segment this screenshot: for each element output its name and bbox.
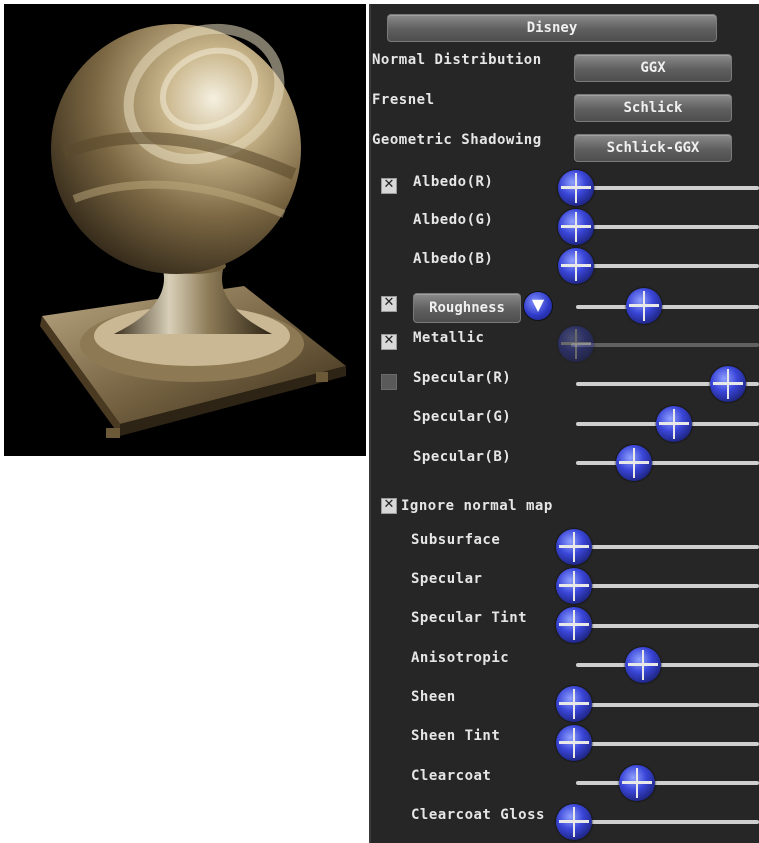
roughness-checkbox[interactable]: ✕ bbox=[381, 295, 397, 312]
albedo-b-slider-track[interactable] bbox=[571, 264, 759, 268]
fresnel-label: Fresnel bbox=[372, 92, 435, 108]
subsurface-label: Subsurface bbox=[411, 532, 501, 548]
roughness-map-button[interactable]: Roughness bbox=[413, 293, 521, 323]
specular-label: Specular bbox=[411, 571, 483, 587]
sheen-slider-track[interactable] bbox=[571, 703, 759, 707]
albedo-r-slider-track[interactable] bbox=[571, 186, 759, 190]
specular-tint-label: Specular Tint bbox=[411, 610, 528, 626]
geometric-shadowing-label: Geometric Shadowing bbox=[372, 132, 542, 148]
specular-r-slider-knob[interactable] bbox=[710, 366, 746, 402]
sheen-tint-slider-knob[interactable] bbox=[556, 725, 592, 761]
roughness-dropdown-button[interactable]: ▼ bbox=[523, 291, 553, 321]
clearcoat-gloss-slider-track[interactable] bbox=[571, 820, 759, 824]
sheen-tint-slider-track[interactable] bbox=[571, 742, 759, 746]
geometric-shadowing-button[interactable]: Schlick-GGX bbox=[574, 134, 732, 162]
anisotropic-slider-knob[interactable] bbox=[625, 647, 661, 683]
clearcoat-gloss-slider-knob[interactable] bbox=[556, 804, 592, 840]
specular-tint-slider-knob[interactable] bbox=[556, 607, 592, 643]
specular-b-slider-track[interactable] bbox=[576, 461, 759, 465]
albedo-b-slider-knob[interactable] bbox=[558, 248, 594, 284]
anisotropic-slider-track[interactable] bbox=[576, 663, 759, 667]
specular-slider-track[interactable] bbox=[571, 584, 759, 588]
metallic-checkbox[interactable]: ✕ bbox=[381, 333, 397, 350]
sheen-label: Sheen bbox=[411, 689, 456, 705]
specular-r-label: Specular(R) bbox=[413, 370, 512, 386]
material-sphere-preview bbox=[40, 23, 346, 438]
normal-distribution-label: Normal Distribution bbox=[372, 52, 542, 68]
metallic-slider-track[interactable] bbox=[571, 343, 759, 347]
ignore-normal-map-checkbox[interactable]: ✕ bbox=[381, 497, 397, 514]
ignore-normal-map-label: Ignore normal map bbox=[401, 498, 553, 514]
albedo-g-slider-knob[interactable] bbox=[558, 209, 594, 245]
fresnel-button[interactable]: Schlick bbox=[574, 94, 732, 122]
roughness-slider-track[interactable] bbox=[576, 305, 759, 309]
normal-distribution-button[interactable]: GGX bbox=[574, 54, 732, 82]
albedo-g-slider-track[interactable] bbox=[571, 225, 759, 229]
subsurface-slider-track[interactable] bbox=[571, 545, 759, 549]
sheen-slider-knob[interactable] bbox=[556, 686, 592, 722]
clearcoat-gloss-label: Clearcoat Gloss bbox=[411, 807, 545, 823]
roughness-slider-knob[interactable] bbox=[626, 288, 662, 324]
metallic-label: Metallic bbox=[413, 330, 485, 346]
albedo-r-label: Albedo(R) bbox=[413, 174, 494, 190]
specular-g-label: Specular(G) bbox=[413, 409, 512, 425]
specular-b-slider-knob[interactable] bbox=[616, 445, 652, 481]
metallic-slider-knob[interactable] bbox=[558, 326, 594, 362]
clearcoat-slider-track[interactable] bbox=[576, 781, 759, 785]
shading-model-button[interactable]: Disney bbox=[387, 14, 717, 42]
albedo-r-slider-knob[interactable] bbox=[558, 170, 594, 206]
subsurface-slider-knob[interactable] bbox=[556, 529, 592, 565]
sheen-tint-label: Sheen Tint bbox=[411, 728, 501, 744]
material-settings-panel: Disney Normal Distribution GGX Fresnel S… bbox=[369, 4, 759, 843]
specular-slider-knob[interactable] bbox=[556, 568, 592, 604]
clearcoat-slider-knob[interactable] bbox=[619, 765, 655, 801]
specular-tint-slider-track[interactable] bbox=[571, 624, 759, 628]
albedo-b-label: Albedo(B) bbox=[413, 251, 494, 267]
specular-r-checkbox[interactable] bbox=[381, 374, 397, 390]
albedo-g-label: Albedo(G) bbox=[413, 212, 494, 228]
clearcoat-label: Clearcoat bbox=[411, 768, 492, 784]
anisotropic-label: Anisotropic bbox=[411, 650, 510, 666]
specular-b-label: Specular(B) bbox=[413, 449, 512, 465]
specular-g-slider-knob[interactable] bbox=[656, 406, 692, 442]
albedo-r-checkbox[interactable]: ✕ bbox=[381, 177, 397, 194]
material-preview-viewport[interactable] bbox=[4, 4, 366, 456]
chevron-down-icon: ▼ bbox=[531, 295, 545, 314]
